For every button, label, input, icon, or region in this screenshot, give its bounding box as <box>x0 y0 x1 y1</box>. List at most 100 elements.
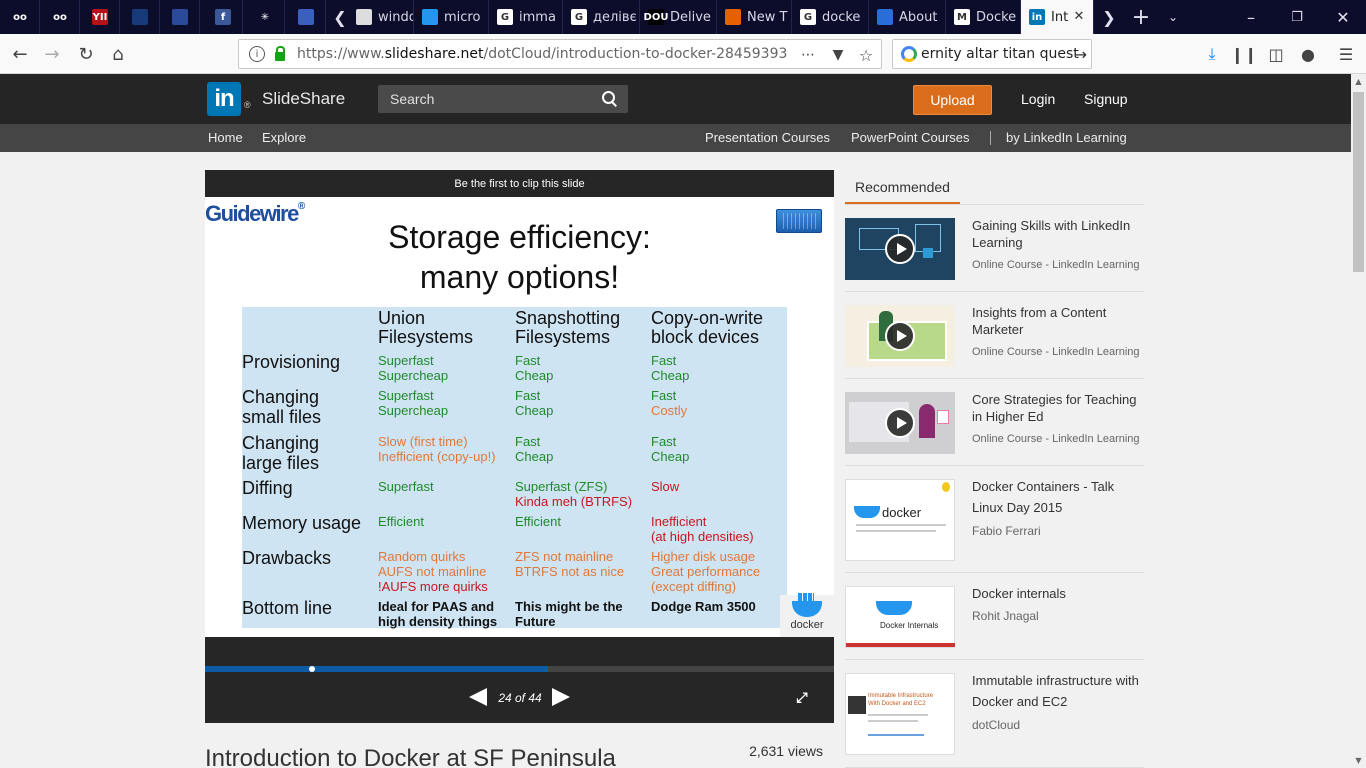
scrollbar-thumb[interactable] <box>1353 92 1364 272</box>
search-value[interactable]: ernity altar titan quest <box>921 46 1079 62</box>
recommended-tab[interactable]: Recommended <box>845 178 960 205</box>
recommended-title[interactable]: Docker internals <box>972 583 1144 604</box>
browser-tab[interactable]: Gделівє <box>563 0 640 34</box>
recommended-thumbnail[interactable] <box>845 392 955 454</box>
recommended-title[interactable]: Insights from a Content Marketer <box>972 304 1144 338</box>
library-icon[interactable]: ❙❙ <box>1231 42 1258 66</box>
linkedin-logo-icon[interactable]: in <box>207 82 241 116</box>
sidebar-icon[interactable]: ◫ <box>1264 42 1288 66</box>
browser-tab[interactable]: Gdocke <box>792 0 869 34</box>
site-logo-text[interactable]: SlideShare <box>262 89 345 109</box>
play-icon[interactable] <box>885 321 915 351</box>
recommended-item[interactable]: Insights from a Content Marketer Online C… <box>845 292 1144 379</box>
nav-linkedin-learning-link[interactable]: by LinkedIn Learning <box>1006 130 1127 145</box>
thumb-text-line <box>856 524 946 526</box>
browser-tab[interactable]: f <box>203 0 243 34</box>
table-cell-line: Future <box>515 614 556 629</box>
browser-tab[interactable]: DOU Delive <box>640 0 717 34</box>
recommended-author[interactable]: Fabio Ferrari <box>972 524 1041 538</box>
nav-home-link[interactable]: Home <box>208 130 243 145</box>
minimize-button[interactable]: – <box>1234 0 1268 34</box>
recommended-thumbnail[interactable]: docker <box>845 479 955 561</box>
previous-slide-button[interactable] <box>469 688 487 706</box>
scroll-tabs-right-icon[interactable]: ❯ <box>1094 0 1124 34</box>
nav-presentation-courses-link[interactable]: Presentation Courses <box>705 130 830 145</box>
address-bar[interactable]: i https://www.slideshare.net/dotCloud/in… <box>238 39 882 69</box>
back-button[interactable]: ← <box>8 42 32 66</box>
nav-powerpoint-courses-link[interactable]: PowerPoint Courses <box>851 130 970 145</box>
pocket-icon[interactable]: ▼ <box>829 46 847 64</box>
browser-tab[interactable]: windo <box>348 0 414 34</box>
clip-slide-banner[interactable]: Be the first to clip this slide <box>205 170 834 197</box>
browser-tab[interactable]: YII <box>80 0 120 34</box>
table-column-header: Snapshotting Filesystems <box>515 309 620 347</box>
browser-tab[interactable]: M Docke <box>946 0 1021 34</box>
table-cell-line: Superfast <box>378 479 434 494</box>
recommended-title[interactable]: Docker Containers - Talk Linux Day 2015 <box>972 476 1144 518</box>
recommended-item[interactable]: Core Strategies for Teaching in Higher E… <box>845 379 1144 466</box>
scroll-down-icon[interactable]: ▼ <box>1351 753 1366 768</box>
page-actions-icon[interactable]: ⋯ <box>799 46 817 64</box>
menu-icon[interactable]: ☰ <box>1334 42 1358 66</box>
upload-button[interactable]: Upload <box>913 85 992 115</box>
recommended-thumbnail[interactable]: Docker Internals <box>845 586 955 648</box>
play-icon[interactable] <box>885 408 915 438</box>
recommended-item[interactable]: docker Docker Containers - Talk Linux Day… <box>845 466 1144 573</box>
browser-tab[interactable]: oo <box>0 0 40 34</box>
list-tabs-icon[interactable]: ⌄ <box>1156 0 1190 34</box>
forward-button[interactable]: → <box>40 42 64 66</box>
recommended-thumbnail[interactable] <box>845 218 955 280</box>
scroll-up-icon[interactable]: ▲ <box>1351 74 1366 89</box>
search-icon[interactable] <box>602 91 618 107</box>
downloads-icon[interactable]: ⤓ <box>1200 42 1224 66</box>
table-cell: Efficient <box>378 514 424 529</box>
signup-link[interactable]: Signup <box>1084 91 1128 107</box>
browser-tab[interactable] <box>160 0 200 34</box>
login-link[interactable]: Login <box>1021 91 1055 107</box>
home-button[interactable]: ⌂ <box>106 42 130 66</box>
recommended-item[interactable]: Docker Internals Docker internals Rohit Jn… <box>845 573 1144 660</box>
site-info-icon[interactable]: i <box>249 46 265 62</box>
search-go-icon[interactable]: → <box>1074 45 1087 64</box>
bookmark-star-icon[interactable]: ☆ <box>857 46 875 65</box>
extension-icon[interactable]: ● <box>1296 42 1320 66</box>
recommended-title[interactable]: Immutable infrastructure with Docker and… <box>972 670 1144 712</box>
recommended-thumbnail[interactable]: Immutable Infrastructure With Docker and … <box>845 673 955 755</box>
google-icon: G <box>571 9 587 25</box>
fullscreen-icon[interactable]: ⤢ <box>794 690 810 706</box>
new-tab-button[interactable]: + <box>1124 0 1158 34</box>
browser-tab[interactable]: Gimma <box>489 0 563 34</box>
slide-content: Guidewire® Storage efficiency: many opti… <box>205 197 834 637</box>
play-icon[interactable] <box>885 234 915 264</box>
browser-tab[interactable]: in Int ✕ <box>1021 0 1094 34</box>
site-search-input[interactable]: Search <box>378 85 628 113</box>
browser-tab[interactable]: micro <box>414 0 489 34</box>
maximize-button[interactable]: ❐ <box>1280 0 1314 34</box>
table-cell-line: Costly <box>651 403 688 418</box>
browser-tab[interactable]: New T <box>717 0 792 34</box>
close-window-button[interactable]: ✕ <box>1326 0 1360 34</box>
nav-explore-link[interactable]: Explore <box>262 130 306 145</box>
owl-icon: oo <box>52 9 68 25</box>
search-bar[interactable]: ernity altar titan quest → <box>892 39 1092 69</box>
reload-button[interactable]: ↻ <box>74 42 98 66</box>
browser-tab[interactable] <box>286 0 326 34</box>
next-slide-button[interactable] <box>552 688 570 706</box>
recommended-item[interactable]: Gaining Skills with LinkedIn Learning Onl… <box>845 205 1144 292</box>
url-text[interactable]: https://www.slideshare.net/dotCloud/intr… <box>297 46 787 62</box>
browser-tab[interactable]: ✳ <box>245 0 285 34</box>
recommended-author[interactable]: dotCloud <box>972 718 1020 732</box>
table-cell-line: Slow <box>651 479 680 494</box>
browser-tab[interactable]: oo <box>40 0 80 34</box>
browser-tab[interactable] <box>120 0 160 34</box>
recommended-title[interactable]: Core Strategies for Teaching in Higher E… <box>972 391 1144 425</box>
browser-tab-label: imma <box>519 9 556 25</box>
recommended-title[interactable]: Gaining Skills with LinkedIn Learning <box>972 217 1144 251</box>
recommended-author[interactable]: Rohit Jnagal <box>972 609 1039 623</box>
recommended-item[interactable]: Immutable Infrastructure With Docker and … <box>845 660 1144 768</box>
close-tab-icon[interactable]: ✕ <box>1071 9 1087 25</box>
browser-tab[interactable]: About <box>869 0 946 34</box>
recommended-thumbnail[interactable] <box>845 305 955 367</box>
page-scrollbar[interactable]: ▲ ▼ <box>1351 74 1366 768</box>
lock-icon <box>275 45 285 61</box>
